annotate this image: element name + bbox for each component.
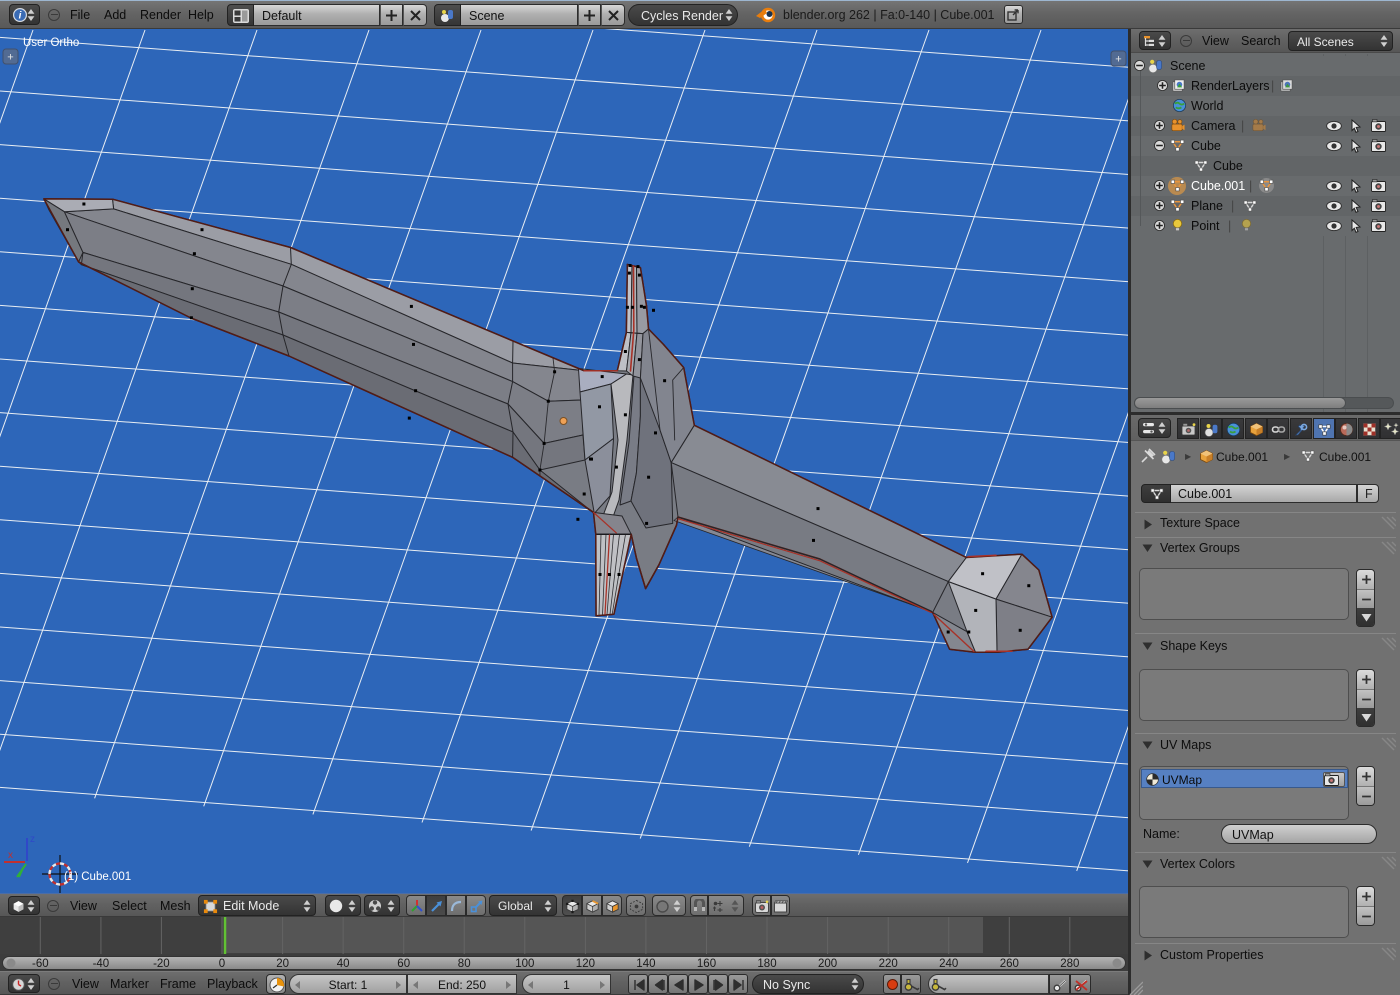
svg-text:60: 60 xyxy=(397,958,410,970)
svg-text:100: 100 xyxy=(515,958,534,970)
svg-text:(1) Cube.001: (1) Cube.001 xyxy=(64,871,131,883)
svg-text:200: 200 xyxy=(818,958,837,970)
svg-text:160: 160 xyxy=(697,958,716,970)
svg-text:180: 180 xyxy=(757,958,776,970)
svg-text:x: x xyxy=(8,850,13,861)
svg-text:-60: -60 xyxy=(32,958,49,970)
svg-text:0: 0 xyxy=(219,958,225,970)
svg-text:+: + xyxy=(1115,54,1121,66)
svg-text:+: + xyxy=(7,52,13,64)
svg-text:240: 240 xyxy=(939,958,958,970)
svg-text:220: 220 xyxy=(879,958,898,970)
svg-text:-20: -20 xyxy=(153,958,170,970)
svg-text:User Ortho: User Ortho xyxy=(23,37,79,49)
svg-text:-40: -40 xyxy=(93,958,110,970)
svg-text:i: i xyxy=(19,11,22,22)
svg-text:20: 20 xyxy=(276,958,289,970)
svg-text:260: 260 xyxy=(1000,958,1019,970)
svg-text:40: 40 xyxy=(337,958,350,970)
svg-text:80: 80 xyxy=(458,958,471,970)
svg-text:140: 140 xyxy=(636,958,655,970)
svg-text:280: 280 xyxy=(1060,958,1079,970)
svg-text:z: z xyxy=(30,834,35,845)
svg-text:120: 120 xyxy=(576,958,595,970)
